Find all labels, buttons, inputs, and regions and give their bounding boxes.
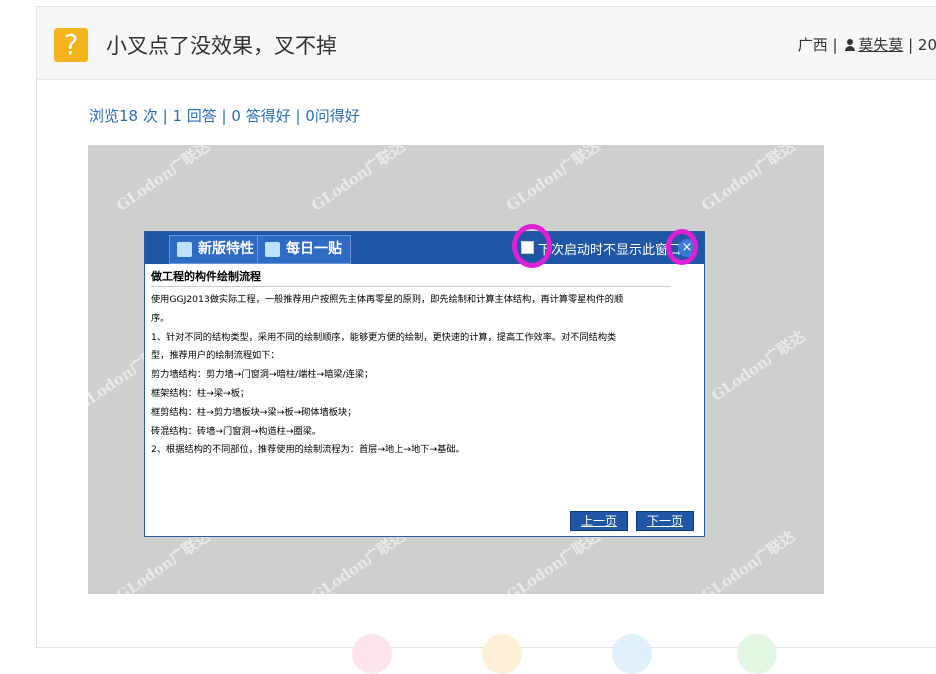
user-icon xyxy=(844,39,856,51)
highlight-circle xyxy=(512,224,552,268)
tab-new-features[interactable]: 新版特性 xyxy=(169,235,263,264)
content-line: 1、针对不同的结构类型，采用不同的绘制顺序，能够更方便的绘制，更快速的计算，提高… xyxy=(151,331,617,343)
view-count: 浏览18 次 xyxy=(89,107,158,125)
username-link[interactable]: 莫失莫 xyxy=(858,36,903,54)
answer-count[interactable]: 1 回答 xyxy=(172,107,216,125)
content-line: 剪力墙结构：剪力墙→门窗洞→暗柱/端柱→暗梁/连梁； xyxy=(151,369,374,381)
watermark: GLodon广联达 xyxy=(113,145,214,215)
dont-show-label: 下次启动时不显示此窗口 xyxy=(538,243,682,258)
question-header: ? 小叉点了没效果，叉不掉 广西 | 莫失莫 | 20 xyxy=(37,7,936,80)
content-line: 砖混结构：砖墙→门窗洞→构造柱→圈梁。 xyxy=(151,425,322,437)
tab-daily-tip[interactable]: 每日一贴 xyxy=(257,235,351,264)
question-stats: 浏览18 次 | 1 回答 | 0 答得好 | 0问得好 xyxy=(89,107,360,125)
prev-page-button[interactable]: 上一页 xyxy=(570,511,628,531)
content-line: 框剪结构：柱→剪力墙板块→梁→板→砌体墙板块； xyxy=(151,406,357,418)
feature-icon xyxy=(177,242,192,257)
highlight-circle xyxy=(666,229,698,265)
content-line: 序。 xyxy=(151,312,170,324)
question-mark-icon: ? xyxy=(54,28,88,62)
question-screenshot[interactable]: GLodon广联达 GLodon广联达 GLodon广联达 GLodon广联达 … xyxy=(88,145,824,594)
region-label: 广西 xyxy=(797,36,828,54)
watermark: GLodon广联达 xyxy=(698,145,799,215)
dialog-content: 做工程的构件绘制流程 使用GGJ2013做实际工程，一般推荐用户按照先主体再零星… xyxy=(145,265,697,525)
share-icon[interactable] xyxy=(352,634,392,674)
share-icon[interactable] xyxy=(482,634,522,674)
content-line: 框架结构：柱→梁→板； xyxy=(151,387,250,399)
dialog-titlebar: 新版特性 每日一贴 下次启动时不显示此窗口 × xyxy=(145,232,704,264)
watermark: GLodon广联达 xyxy=(308,145,409,215)
content-line: 型，推荐用户的绘制流程如下： xyxy=(151,350,280,362)
daily-tip-icon xyxy=(265,242,280,257)
watermark: GLodon广联达 xyxy=(503,145,604,215)
watermark: GLodon广联达 xyxy=(698,527,799,594)
tips-dialog: 新版特性 每日一贴 下次启动时不显示此窗口 × 做工程的构件绘制流程 使用GGJ… xyxy=(144,224,705,537)
content-line: 使用GGJ2013做实际工程，一般推荐用户按照先主体再零星的原则，即先绘制和计算… xyxy=(151,294,624,305)
good-question-count[interactable]: 0问得好 xyxy=(305,107,360,125)
content-text: 使用GGJ2013做实际工程，一般推荐用户按照先主体再零星的原则，即先绘制和计算… xyxy=(151,291,676,460)
content-title: 做工程的构件绘制流程 xyxy=(151,270,261,283)
question-title: 小叉点了没效果，叉不掉 xyxy=(106,34,337,58)
good-answer-count[interactable]: 0 答得好 xyxy=(231,107,290,125)
share-icon[interactable] xyxy=(612,634,652,674)
question-card: ? 小叉点了没效果，叉不掉 广西 | 莫失莫 | 20 浏览18 次 | 1 回… xyxy=(36,6,936,674)
watermark: GLodon广联达 xyxy=(708,327,809,405)
question-meta: 广西 | 莫失莫 | 20 xyxy=(797,36,936,54)
question-date: 20 xyxy=(917,36,936,54)
next-page-button[interactable]: 下一页 xyxy=(636,511,694,531)
divider xyxy=(151,286,671,287)
content-line: 2、根据结构的不同部位，推荐使用的绘制流程为：首层→地上→地下→基础。 xyxy=(151,444,465,456)
share-icon[interactable] xyxy=(737,634,777,674)
